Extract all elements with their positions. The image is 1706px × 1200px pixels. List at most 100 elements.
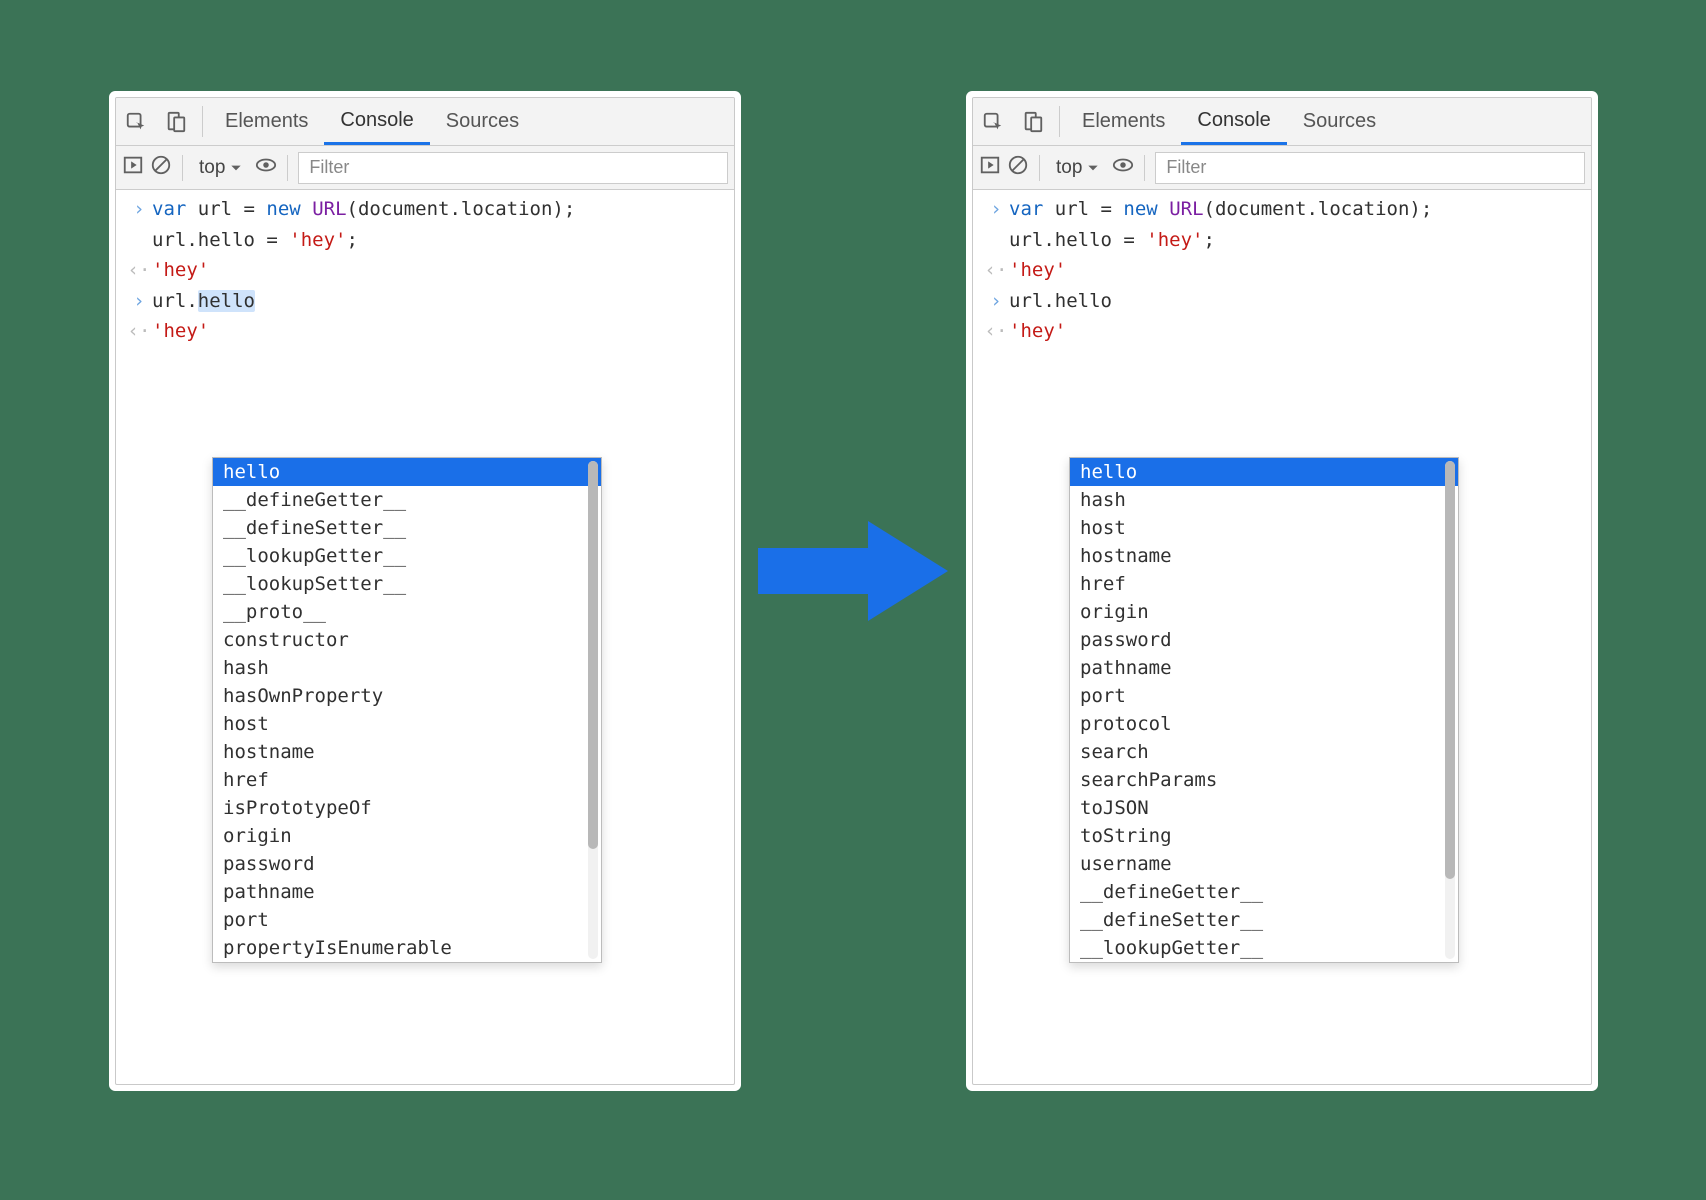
autocomplete-item[interactable]: origin	[213, 822, 601, 850]
prompt-icon: ›	[983, 195, 1009, 224]
autocomplete-item[interactable]: port	[1070, 682, 1458, 710]
result-value: 'hey'	[1009, 256, 1066, 285]
code-line: url.hello = 'hey';	[152, 226, 358, 255]
context-selector[interactable]: top	[193, 157, 249, 179]
autocomplete-list: hello__defineGetter____defineSetter____l…	[213, 458, 601, 962]
tabbar: Elements Console Sources	[116, 98, 734, 146]
context-selector[interactable]: top	[1050, 157, 1106, 179]
tab-elements[interactable]: Elements	[1066, 98, 1181, 145]
autocomplete-item[interactable]: password	[213, 850, 601, 878]
autocomplete-item[interactable]: search	[1070, 738, 1458, 766]
autocomplete-item[interactable]: password	[1070, 626, 1458, 654]
autocomplete-list: hellohashhosthostnamehreforiginpasswordp…	[1070, 458, 1458, 962]
code-line: url.hello = 'hey';	[1009, 226, 1215, 255]
autocomplete-item[interactable]: host	[213, 710, 601, 738]
tab-console[interactable]: Console	[1181, 98, 1286, 145]
autocomplete-item[interactable]: constructor	[213, 626, 601, 654]
scrollbar[interactable]	[1445, 461, 1455, 959]
autocomplete-item[interactable]: hostname	[1070, 542, 1458, 570]
autocomplete-item[interactable]: origin	[1070, 598, 1458, 626]
console-input-row[interactable]: › url.hello	[116, 286, 734, 317]
autocomplete-item[interactable]: isPrototypeOf	[213, 794, 601, 822]
autocomplete-item[interactable]: host	[1070, 514, 1458, 542]
tab-sources[interactable]: Sources	[1287, 98, 1392, 145]
prompt-icon: ›	[983, 287, 1009, 316]
return-icon: ‹·	[983, 256, 1009, 285]
tab-sources[interactable]: Sources	[430, 98, 535, 145]
sidebar-toggle-icon[interactable]	[122, 154, 144, 182]
separator	[182, 155, 183, 181]
autocomplete-item[interactable]: hello	[1070, 458, 1458, 486]
eager-result: 'hey'	[1009, 317, 1066, 346]
autocomplete-item[interactable]: port	[213, 906, 601, 934]
console-input-row[interactable]: › url.hello	[973, 286, 1591, 317]
console-output: › var url = new URL(document.location); …	[973, 190, 1591, 347]
autocomplete-item[interactable]: __defineGetter__	[213, 486, 601, 514]
autocomplete-item[interactable]: username	[1070, 850, 1458, 878]
code-line: var url = new URL(document.location);	[1009, 195, 1432, 224]
console-toolbar: top	[973, 146, 1591, 190]
scrollbar-thumb[interactable]	[1445, 461, 1455, 879]
autocomplete-item[interactable]: hello	[213, 458, 601, 486]
autocomplete-popup[interactable]: hellohashhosthostnamehreforiginpasswordp…	[1069, 457, 1459, 963]
clear-console-icon[interactable]	[1007, 154, 1029, 182]
context-label: top	[199, 157, 225, 179]
live-expression-icon[interactable]	[255, 154, 277, 182]
autocomplete-item[interactable]: __defineSetter__	[213, 514, 601, 542]
return-icon: ‹·	[126, 317, 152, 346]
tabbar: Elements Console Sources	[973, 98, 1591, 146]
autocomplete-item[interactable]: href	[1070, 570, 1458, 598]
arrow-icon	[758, 516, 948, 626]
autocomplete-item[interactable]: toString	[1070, 822, 1458, 850]
autocomplete-item[interactable]: href	[213, 766, 601, 794]
scrollbar-thumb[interactable]	[588, 461, 598, 849]
clear-console-icon[interactable]	[150, 154, 172, 182]
autocomplete-item[interactable]: hash	[213, 654, 601, 682]
prompt-icon: ›	[126, 287, 152, 316]
separator	[1039, 155, 1040, 181]
autocomplete-item[interactable]: __lookupSetter__	[213, 570, 601, 598]
autocomplete-item[interactable]: __defineGetter__	[1070, 878, 1458, 906]
inspect-icon[interactable]	[116, 98, 156, 145]
autocomplete-item[interactable]: pathname	[1070, 654, 1458, 682]
console-toolbar: top	[116, 146, 734, 190]
autocomplete-item[interactable]: __lookupGetter__	[213, 542, 601, 570]
current-input[interactable]: url.hello	[1009, 287, 1112, 316]
separator	[1059, 106, 1060, 137]
tab-console[interactable]: Console	[324, 98, 429, 145]
current-input[interactable]: url.hello	[152, 287, 255, 316]
filter-input[interactable]	[1155, 152, 1585, 184]
context-label: top	[1056, 157, 1082, 179]
chevron-down-icon	[229, 161, 243, 175]
autocomplete-popup[interactable]: hello__defineGetter____defineSetter____l…	[212, 457, 602, 963]
autocomplete-item[interactable]: hasOwnProperty	[213, 682, 601, 710]
autocomplete-item[interactable]: pathname	[213, 878, 601, 906]
console-input-row: › var url = new URL(document.location);	[116, 194, 734, 225]
separator	[202, 106, 203, 137]
live-expression-icon[interactable]	[1112, 154, 1134, 182]
autocomplete-item[interactable]: protocol	[1070, 710, 1458, 738]
device-toggle-icon[interactable]	[1013, 98, 1053, 145]
code-line: var url = new URL(document.location);	[152, 195, 575, 224]
inspect-icon[interactable]	[973, 98, 1013, 145]
autocomplete-item[interactable]: searchParams	[1070, 766, 1458, 794]
autocomplete-item[interactable]: propertyIsEnumerable	[213, 934, 601, 962]
console-output-row: ‹· 'hey'	[116, 255, 734, 286]
console-input-row: › var url = new URL(document.location);	[973, 194, 1591, 225]
autocomplete-item[interactable]: toJSON	[1070, 794, 1458, 822]
autocomplete-item[interactable]: __lookupGetter__	[1070, 934, 1458, 962]
autocomplete-item[interactable]: __defineSetter__	[1070, 906, 1458, 934]
autocomplete-item[interactable]: hostname	[213, 738, 601, 766]
scrollbar[interactable]	[588, 461, 598, 959]
tab-elements[interactable]: Elements	[209, 98, 324, 145]
autocomplete-item[interactable]: __proto__	[213, 598, 601, 626]
sidebar-toggle-icon[interactable]	[979, 154, 1001, 182]
separator	[287, 155, 288, 181]
console-input-row: url.hello = 'hey';	[973, 225, 1591, 256]
autocomplete-item[interactable]: hash	[1070, 486, 1458, 514]
devtools-panel-before: Elements Console Sources top › var url =…	[115, 97, 735, 1085]
device-toggle-icon[interactable]	[156, 98, 196, 145]
filter-input[interactable]	[298, 152, 728, 184]
console-output-row: ‹· 'hey'	[973, 255, 1591, 286]
chevron-down-icon	[1086, 161, 1100, 175]
